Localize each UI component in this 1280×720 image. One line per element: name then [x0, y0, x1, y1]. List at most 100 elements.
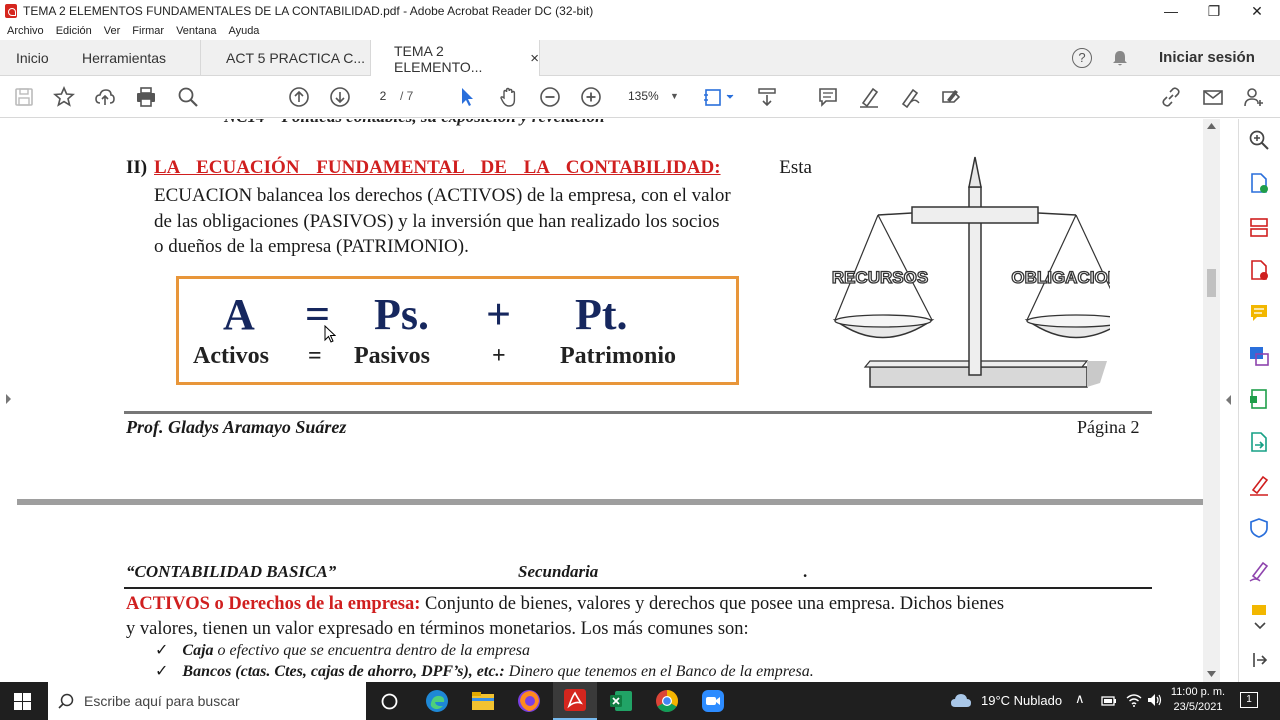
export-pdf-icon[interactable] [1248, 172, 1272, 196]
fill-sign-icon[interactable] [939, 85, 963, 109]
tab-home-label: Inicio [16, 50, 49, 66]
right-tools-panel [1238, 119, 1280, 682]
tab-tools[interactable]: Herramientas [82, 40, 166, 76]
notification-center-icon[interactable]: 1 [1240, 692, 1258, 708]
page-total: / 7 [400, 89, 414, 103]
expand-left-icon[interactable] [5, 394, 12, 404]
page-number-input[interactable]: 2 [371, 86, 395, 106]
menu-edicion[interactable]: Edición [56, 25, 92, 37]
equation-a: A [223, 290, 255, 339]
fill-sign-tool-icon[interactable] [1248, 474, 1272, 498]
chevron-down-icon[interactable] [1254, 622, 1266, 630]
tab-close-icon[interactable]: × [530, 50, 539, 67]
more-tools-icon[interactable] [1248, 601, 1272, 615]
comment-icon[interactable] [816, 85, 840, 109]
document-viewer[interactable]: NC14 – Políticas contables, su exposició… [17, 119, 1203, 682]
zoom-select[interactable]: 135% ▼ [620, 86, 684, 106]
menu-ayuda[interactable]: Ayuda [228, 25, 259, 37]
share-link-icon[interactable] [1159, 85, 1183, 109]
page-header-title: “CONTABILIDAD BASICA” [126, 562, 337, 581]
volume-icon[interactable] [1147, 693, 1163, 707]
scrollbar-thumb[interactable] [1207, 269, 1216, 297]
fit-page-icon[interactable] [703, 85, 737, 109]
zoom-app-icon[interactable] [701, 689, 725, 713]
equation-activos: Activos [193, 343, 269, 369]
acrobat-taskbar-icon [564, 689, 586, 711]
windows-start-icon[interactable] [14, 693, 31, 710]
menu-archivo[interactable]: Archivo [7, 25, 44, 37]
add-user-icon[interactable] [1242, 85, 1266, 109]
section-heading-line: LA ECUACIÓN FUNDAMENTAL DE LA CONTABILID… [154, 157, 812, 179]
clock[interactable]: 11:00 p. m. 23/5/2021 [1168, 685, 1228, 715]
paragraph-line: ECUACION balancea los derechos (ACTIVOS)… [154, 185, 731, 206]
zoom-out-icon[interactable] [538, 85, 562, 109]
highlight-pen-icon[interactable] [857, 85, 881, 109]
tab-document-1[interactable]: ACT 5 PRACTICA C... [200, 40, 370, 76]
tab-document-1-label: ACT 5 PRACTICA C... [226, 50, 365, 66]
menu-ventana[interactable]: Ventana [176, 25, 216, 37]
wifi-icon[interactable] [1126, 693, 1142, 707]
upload-cloud-icon[interactable] [93, 85, 117, 109]
compress-icon[interactable] [1248, 388, 1272, 412]
sign-pen-icon[interactable] [1248, 560, 1272, 584]
close-window-button[interactable]: ✕ [1234, 0, 1280, 22]
next-page-icon[interactable] [328, 85, 352, 109]
equation-pt: Pt. [575, 290, 628, 339]
tab-home[interactable]: Inicio [16, 40, 49, 76]
tab-document-2[interactable]: TEMA 2 ELEMENTO... × [370, 40, 540, 77]
chrome-icon[interactable] [655, 689, 679, 713]
email-icon[interactable] [1201, 85, 1225, 109]
taskbar-search[interactable]: Escribe aquí para buscar [48, 682, 366, 720]
collapse-panel-icon[interactable] [1252, 652, 1268, 668]
check-icon: ✓ [155, 663, 169, 680]
organize-pages-icon[interactable] [1248, 216, 1272, 240]
comment-tool-icon[interactable] [1248, 302, 1272, 326]
list-item: ✓ Bancos (ctas. Ctes, cajas de ahorro, DP… [155, 661, 814, 681]
excel-icon[interactable] [609, 689, 633, 713]
taskbar-acrobat-active[interactable] [553, 682, 597, 720]
scroll-up-icon[interactable] [1207, 123, 1216, 129]
equation-pasivos: Pasivos [354, 343, 431, 369]
left-panel-toggle[interactable] [0, 119, 17, 682]
list-item: ✓ Caja o efectivo que se encuentra dentro… [155, 640, 530, 660]
collapse-right-icon[interactable] [1225, 395, 1232, 405]
protect-shield-icon[interactable] [1248, 517, 1272, 541]
combine-files-icon[interactable] [1248, 345, 1272, 369]
hand-icon[interactable] [497, 85, 521, 109]
menu-firmar[interactable]: Firmar [132, 25, 164, 37]
restore-button[interactable]: ❐ [1191, 0, 1237, 22]
scroll-mode-icon[interactable] [755, 85, 779, 109]
zoom-value: 135% [628, 89, 659, 103]
edge-icon[interactable] [425, 689, 449, 713]
weather-text[interactable]: 19°C Nublado [981, 693, 1062, 708]
search-icon[interactable] [176, 85, 200, 109]
zoom-in-icon[interactable] [579, 85, 603, 109]
draw-tool-icon[interactable] [898, 85, 922, 109]
battery-icon[interactable] [1101, 695, 1117, 707]
scroll-down-icon[interactable] [1207, 671, 1216, 677]
send-file-icon[interactable] [1248, 431, 1272, 455]
zoom-search-icon[interactable] [1248, 129, 1272, 153]
help-icon[interactable]: ? [1072, 48, 1092, 68]
bell-icon[interactable] [1111, 49, 1129, 68]
star-icon[interactable] [52, 85, 76, 109]
prev-page-icon[interactable] [287, 85, 311, 109]
section-paragraph: ECUACION balancea los derechos (ACTIVOS)… [154, 183, 824, 260]
firefox-icon[interactable] [517, 689, 541, 713]
chevron-up-icon[interactable]: ∧ [1075, 691, 1085, 707]
list-item-text: Dinero que tenemos en el Banco de la emp… [504, 663, 814, 680]
file-explorer-icon[interactable] [471, 690, 495, 712]
menu-ver[interactable]: Ver [104, 25, 121, 37]
print-icon[interactable] [134, 85, 158, 109]
task-view-icon[interactable] [381, 693, 398, 710]
create-pdf-icon[interactable] [1248, 259, 1272, 283]
select-cursor-icon[interactable] [455, 85, 479, 109]
signin-link[interactable]: Iniciar sesión [1159, 49, 1255, 66]
tab-bar: Inicio Herramientas ACT 5 PRACTICA C... … [0, 40, 1280, 77]
save-icon[interactable] [12, 85, 36, 109]
minimize-button[interactable]: — [1148, 0, 1194, 22]
vertical-scrollbar[interactable] [1203, 119, 1220, 682]
clock-time: 11:00 p. m. [1170, 686, 1226, 698]
notification-count: 1 [1246, 694, 1252, 705]
page-separator [17, 499, 1203, 505]
